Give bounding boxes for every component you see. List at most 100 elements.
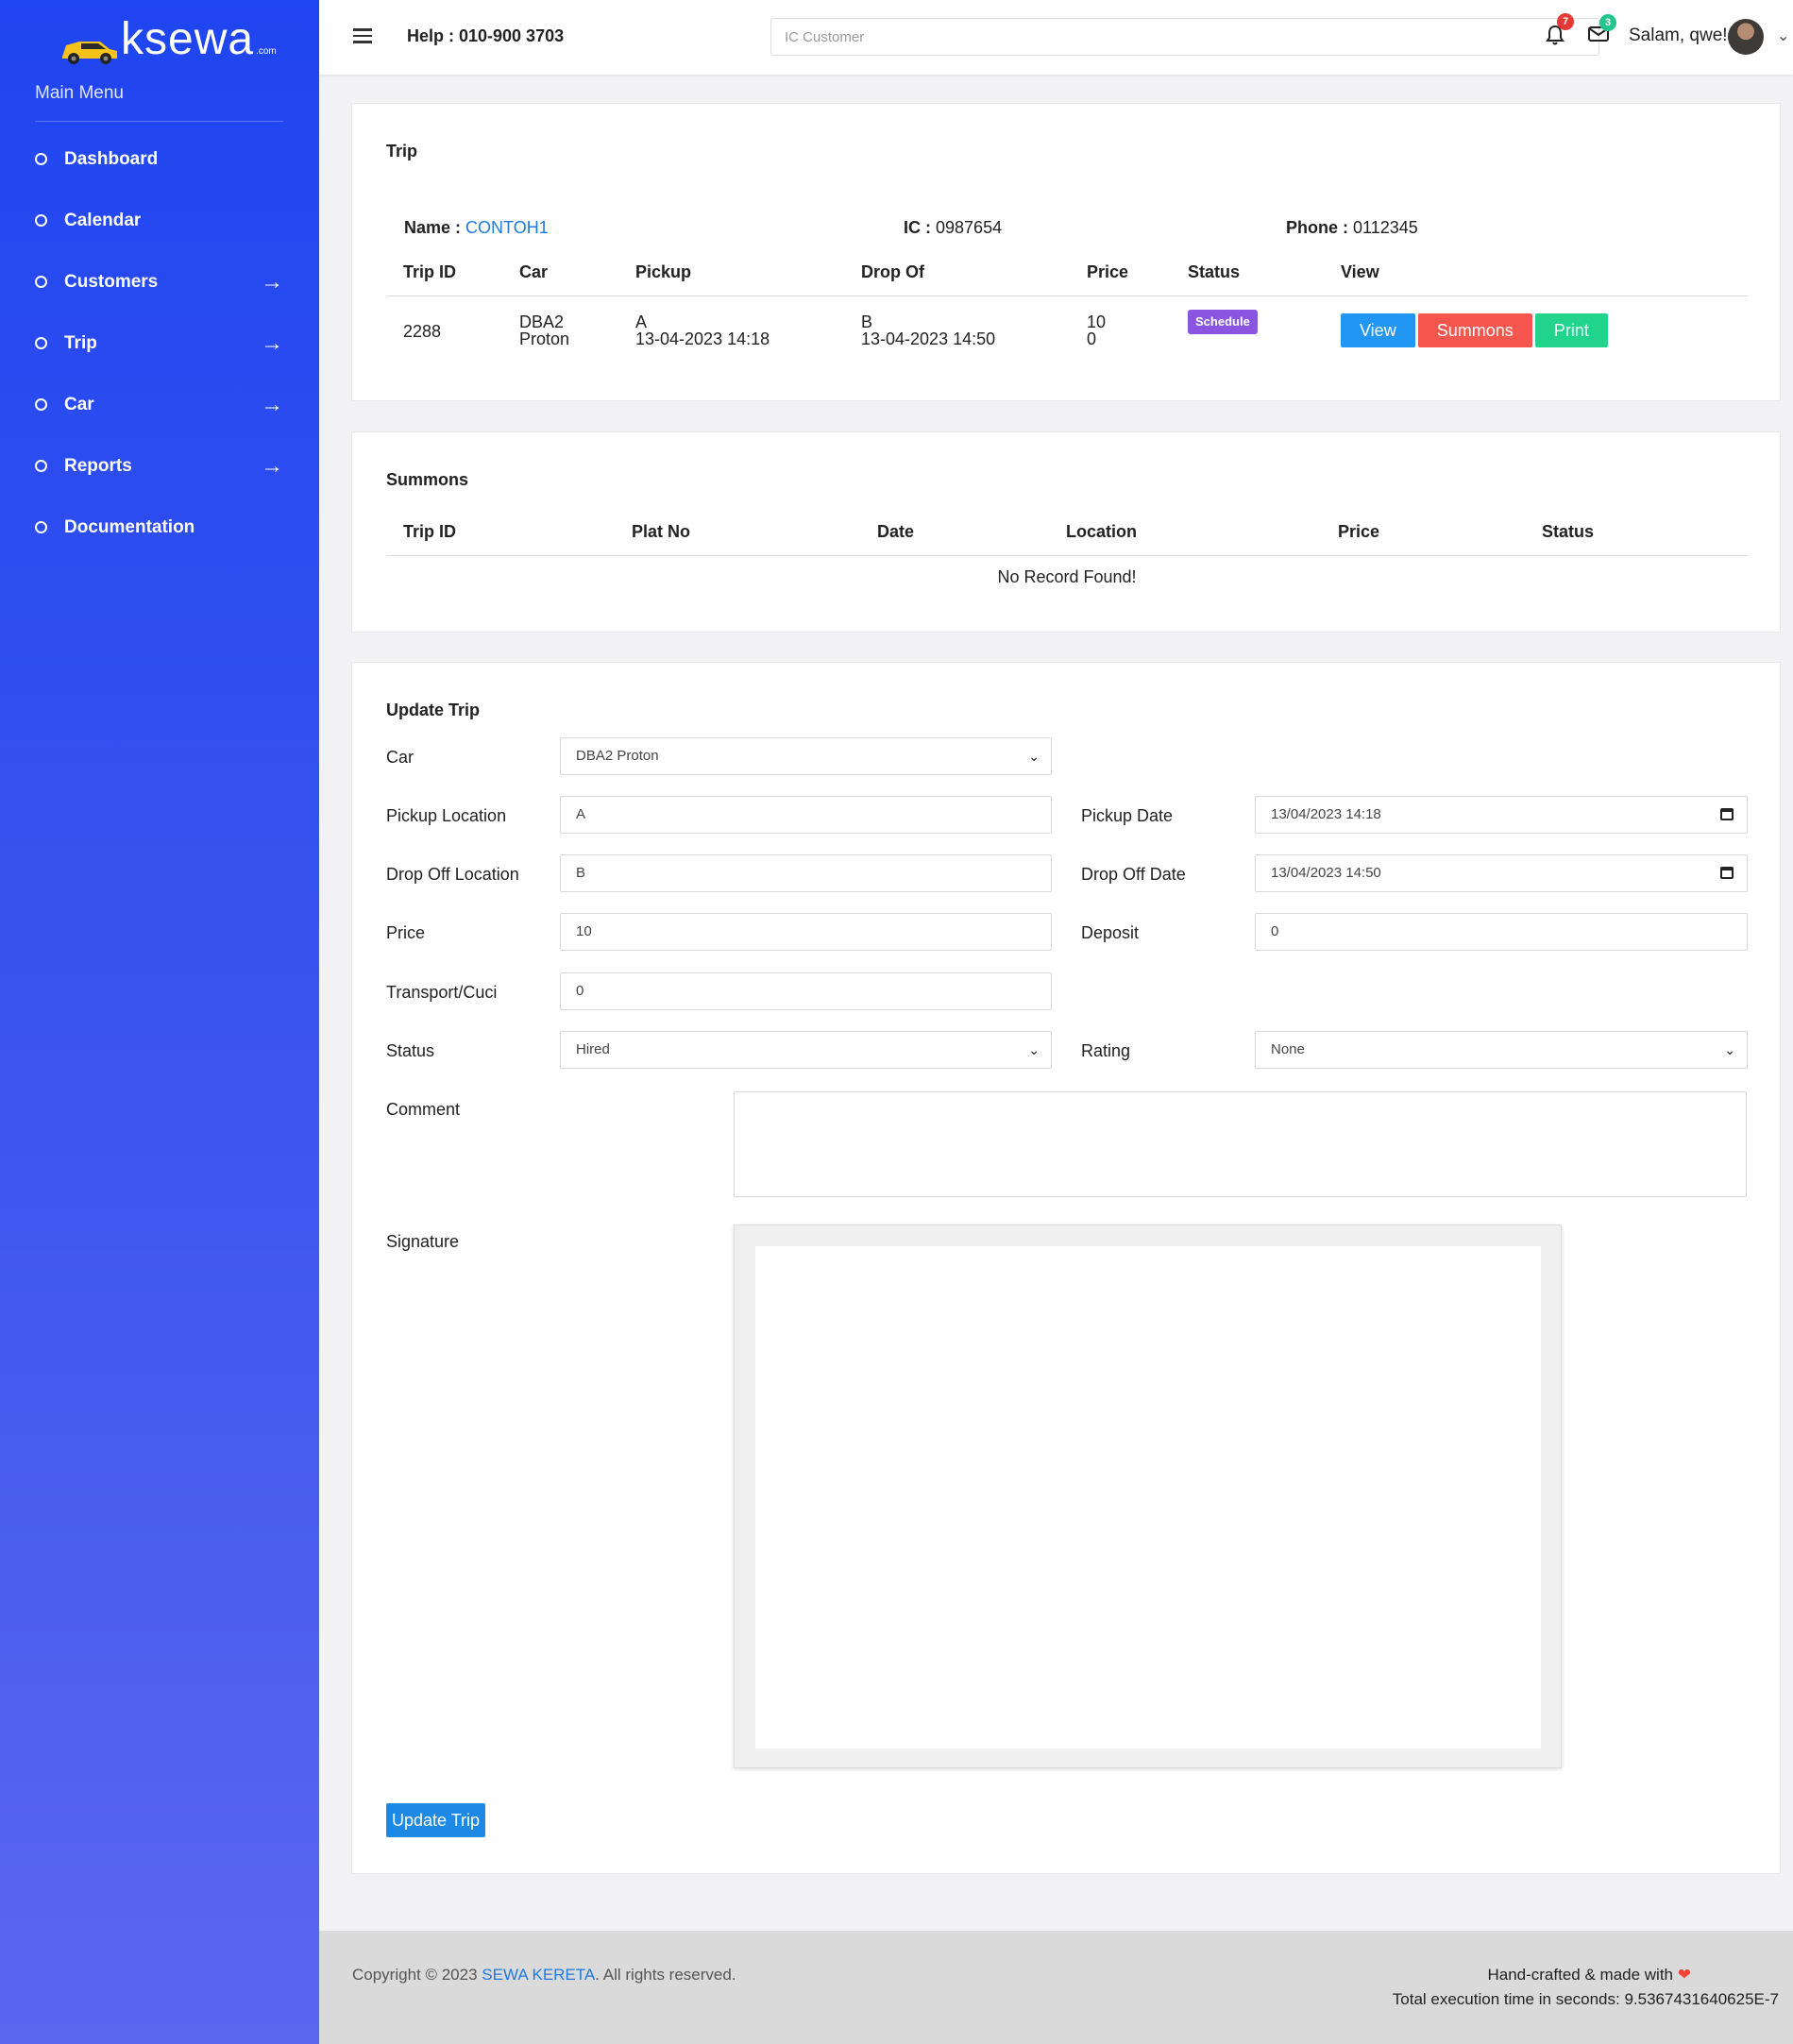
- messages-button[interactable]: 3: [1588, 14, 1616, 48]
- sidebar-item-label: Trip: [64, 332, 97, 353]
- column-header: Plat No: [615, 510, 860, 556]
- circle-icon: [35, 521, 47, 533]
- sidebar: ksewa .com Main Menu Dashboard Calendar …: [0, 0, 319, 2044]
- dropoff-location-label: Drop Off Location: [386, 865, 519, 884]
- column-header: Pickup: [618, 250, 844, 296]
- summons-table: Trip ID Plat No Date Location Price Stat…: [386, 510, 1748, 587]
- chevron-down-icon: ⌄: [1028, 1042, 1040, 1057]
- pickup-date-value: 13/04/2023 14:18: [1271, 806, 1381, 822]
- circle-icon: [35, 460, 47, 472]
- car-model: Proton: [519, 329, 570, 348]
- column-header: Status: [1525, 510, 1748, 556]
- brand-logo[interactable]: ksewa .com: [59, 13, 277, 66]
- price-value: 10: [1087, 312, 1107, 331]
- deposit-label: Deposit: [1081, 923, 1140, 942]
- sidebar-item-customers[interactable]: Customers →: [35, 251, 283, 313]
- comment-textarea[interactable]: [734, 1091, 1747, 1197]
- summons-card-title: Summons: [386, 470, 469, 489]
- menu-divider: [35, 121, 283, 122]
- sidebar-item-trip[interactable]: Trip →: [35, 313, 283, 374]
- sidebar-item-label: Car: [64, 394, 94, 414]
- customer-name-link[interactable]: CONTOH1: [465, 218, 549, 237]
- calendar-icon[interactable]: [1720, 867, 1734, 879]
- pickup-location-input[interactable]: A: [560, 796, 1052, 834]
- avatar[interactable]: [1728, 19, 1764, 55]
- pickup-datetime: 13-04-2023 14:18: [635, 329, 770, 348]
- sidebar-item-label: Documentation: [64, 516, 195, 537]
- table-header-row: Trip ID Car Pickup Drop Of Price Status …: [386, 250, 1748, 296]
- column-header: View: [1324, 250, 1748, 296]
- status-select[interactable]: Hired ⌄: [560, 1031, 1052, 1069]
- rating-label: Rating: [1081, 1041, 1131, 1060]
- signature-canvas[interactable]: [755, 1246, 1541, 1748]
- pickup-location-label: Pickup Location: [386, 806, 507, 825]
- arrow-right-icon: →: [261, 329, 283, 356]
- column-header: Price: [1321, 510, 1525, 556]
- help-phone: Help : 010-900 3703: [407, 26, 565, 45]
- print-button[interactable]: Print: [1534, 313, 1608, 347]
- pickup-date-input[interactable]: 13/04/2023 14:18: [1255, 796, 1748, 834]
- ic-value: 0987654: [936, 218, 1003, 237]
- price-cell: 10 0: [1070, 296, 1171, 365]
- summons-button[interactable]: Summons: [1417, 313, 1532, 347]
- sidebar-item-label: Calendar: [64, 210, 142, 230]
- chevron-down-icon[interactable]: ⌄: [1777, 26, 1789, 45]
- sidebar-item-car[interactable]: Car →: [35, 374, 283, 435]
- drop-cell: B 13-04-2023 14:50: [844, 296, 1070, 365]
- circle-icon: [35, 398, 47, 411]
- drop-datetime: 13-04-2023 14:50: [861, 329, 996, 348]
- sidebar-item-calendar[interactable]: Calendar: [35, 190, 283, 251]
- column-header: Trip ID: [386, 250, 502, 296]
- table-header-row: Trip ID Plat No Date Location Price Stat…: [386, 510, 1748, 556]
- signature-label: Signature: [386, 1232, 460, 1251]
- main-menu: Dashboard Calendar Customers → Trip → Ca…: [35, 128, 283, 558]
- column-header: Drop Of: [844, 250, 1070, 296]
- price-input[interactable]: 10: [560, 913, 1052, 951]
- chevron-down-icon: ⌄: [1028, 749, 1040, 764]
- status-badge: Schedule: [1188, 309, 1258, 334]
- car-select-value: DBA2 Proton: [576, 748, 659, 764]
- calendar-icon[interactable]: [1720, 808, 1734, 820]
- dropoff-location-input[interactable]: B: [560, 854, 1052, 892]
- sidebar-item-reports[interactable]: Reports →: [35, 435, 283, 497]
- transport-input[interactable]: 0: [560, 972, 1052, 1010]
- copyright: Copyright © 2023 SEWA KERETA. All rights…: [352, 1966, 736, 1985]
- status-label: Status: [386, 1041, 435, 1060]
- ic-customer-search-input[interactable]: [770, 18, 1599, 56]
- no-record-message: No Record Found!: [997, 566, 1137, 586]
- trip-table: Trip ID Car Pickup Drop Of Price Status …: [386, 250, 1748, 365]
- sidebar-item-dashboard[interactable]: Dashboard: [35, 128, 283, 190]
- circle-icon: [35, 276, 47, 288]
- dropoff-date-label: Drop Off Date: [1081, 865, 1186, 884]
- update-trip-button[interactable]: Update Trip: [386, 1803, 486, 1837]
- name-label: Name :: [404, 218, 462, 237]
- trip-card-title: Trip: [386, 142, 418, 160]
- topbar: Help : 010-900 3703 7 3 Salam, qwe! ⌄: [319, 0, 1793, 75]
- customer-phone: Phone : 0112345: [1286, 218, 1418, 238]
- notifications-button[interactable]: 7: [1546, 13, 1574, 51]
- customer-name: Name : CONTOH1: [404, 218, 549, 238]
- price-label: Price: [386, 923, 426, 942]
- phone-label: Phone :: [1286, 218, 1348, 237]
- pickup-cell: A 13-04-2023 14:18: [618, 296, 844, 365]
- copyright-link[interactable]: SEWA KERETA: [482, 1966, 595, 1984]
- circle-icon: [35, 337, 47, 349]
- car-logo-icon: [62, 42, 117, 64]
- brand-suffix: .com: [256, 46, 277, 57]
- user-greeting[interactable]: Salam, qwe!: [1629, 25, 1728, 46]
- dropoff-date-input[interactable]: 13/04/2023 14:50: [1255, 854, 1748, 892]
- update-trip-card: Update Trip Car DBA2 Proton ⌄ Pickup Loc…: [351, 662, 1781, 1874]
- view-button[interactable]: View: [1341, 313, 1415, 347]
- table-row: 2288 DBA2 Proton A 13-04-2023 14:18 B 13…: [386, 296, 1748, 365]
- column-header: Price: [1070, 250, 1171, 296]
- price-extra: 0: [1087, 329, 1097, 348]
- column-header: Trip ID: [386, 510, 615, 556]
- copyright-prefix: Copyright © 2023: [352, 1966, 482, 1984]
- phone-value: 0112345: [1353, 218, 1418, 237]
- main-menu-title: Main Menu: [35, 83, 124, 103]
- hamburger-menu-icon[interactable]: [353, 28, 372, 43]
- rating-select[interactable]: None ⌄: [1255, 1031, 1748, 1069]
- deposit-input[interactable]: 0: [1255, 913, 1748, 951]
- sidebar-item-documentation[interactable]: Documentation: [35, 497, 283, 558]
- car-select[interactable]: DBA2 Proton ⌄: [560, 737, 1052, 775]
